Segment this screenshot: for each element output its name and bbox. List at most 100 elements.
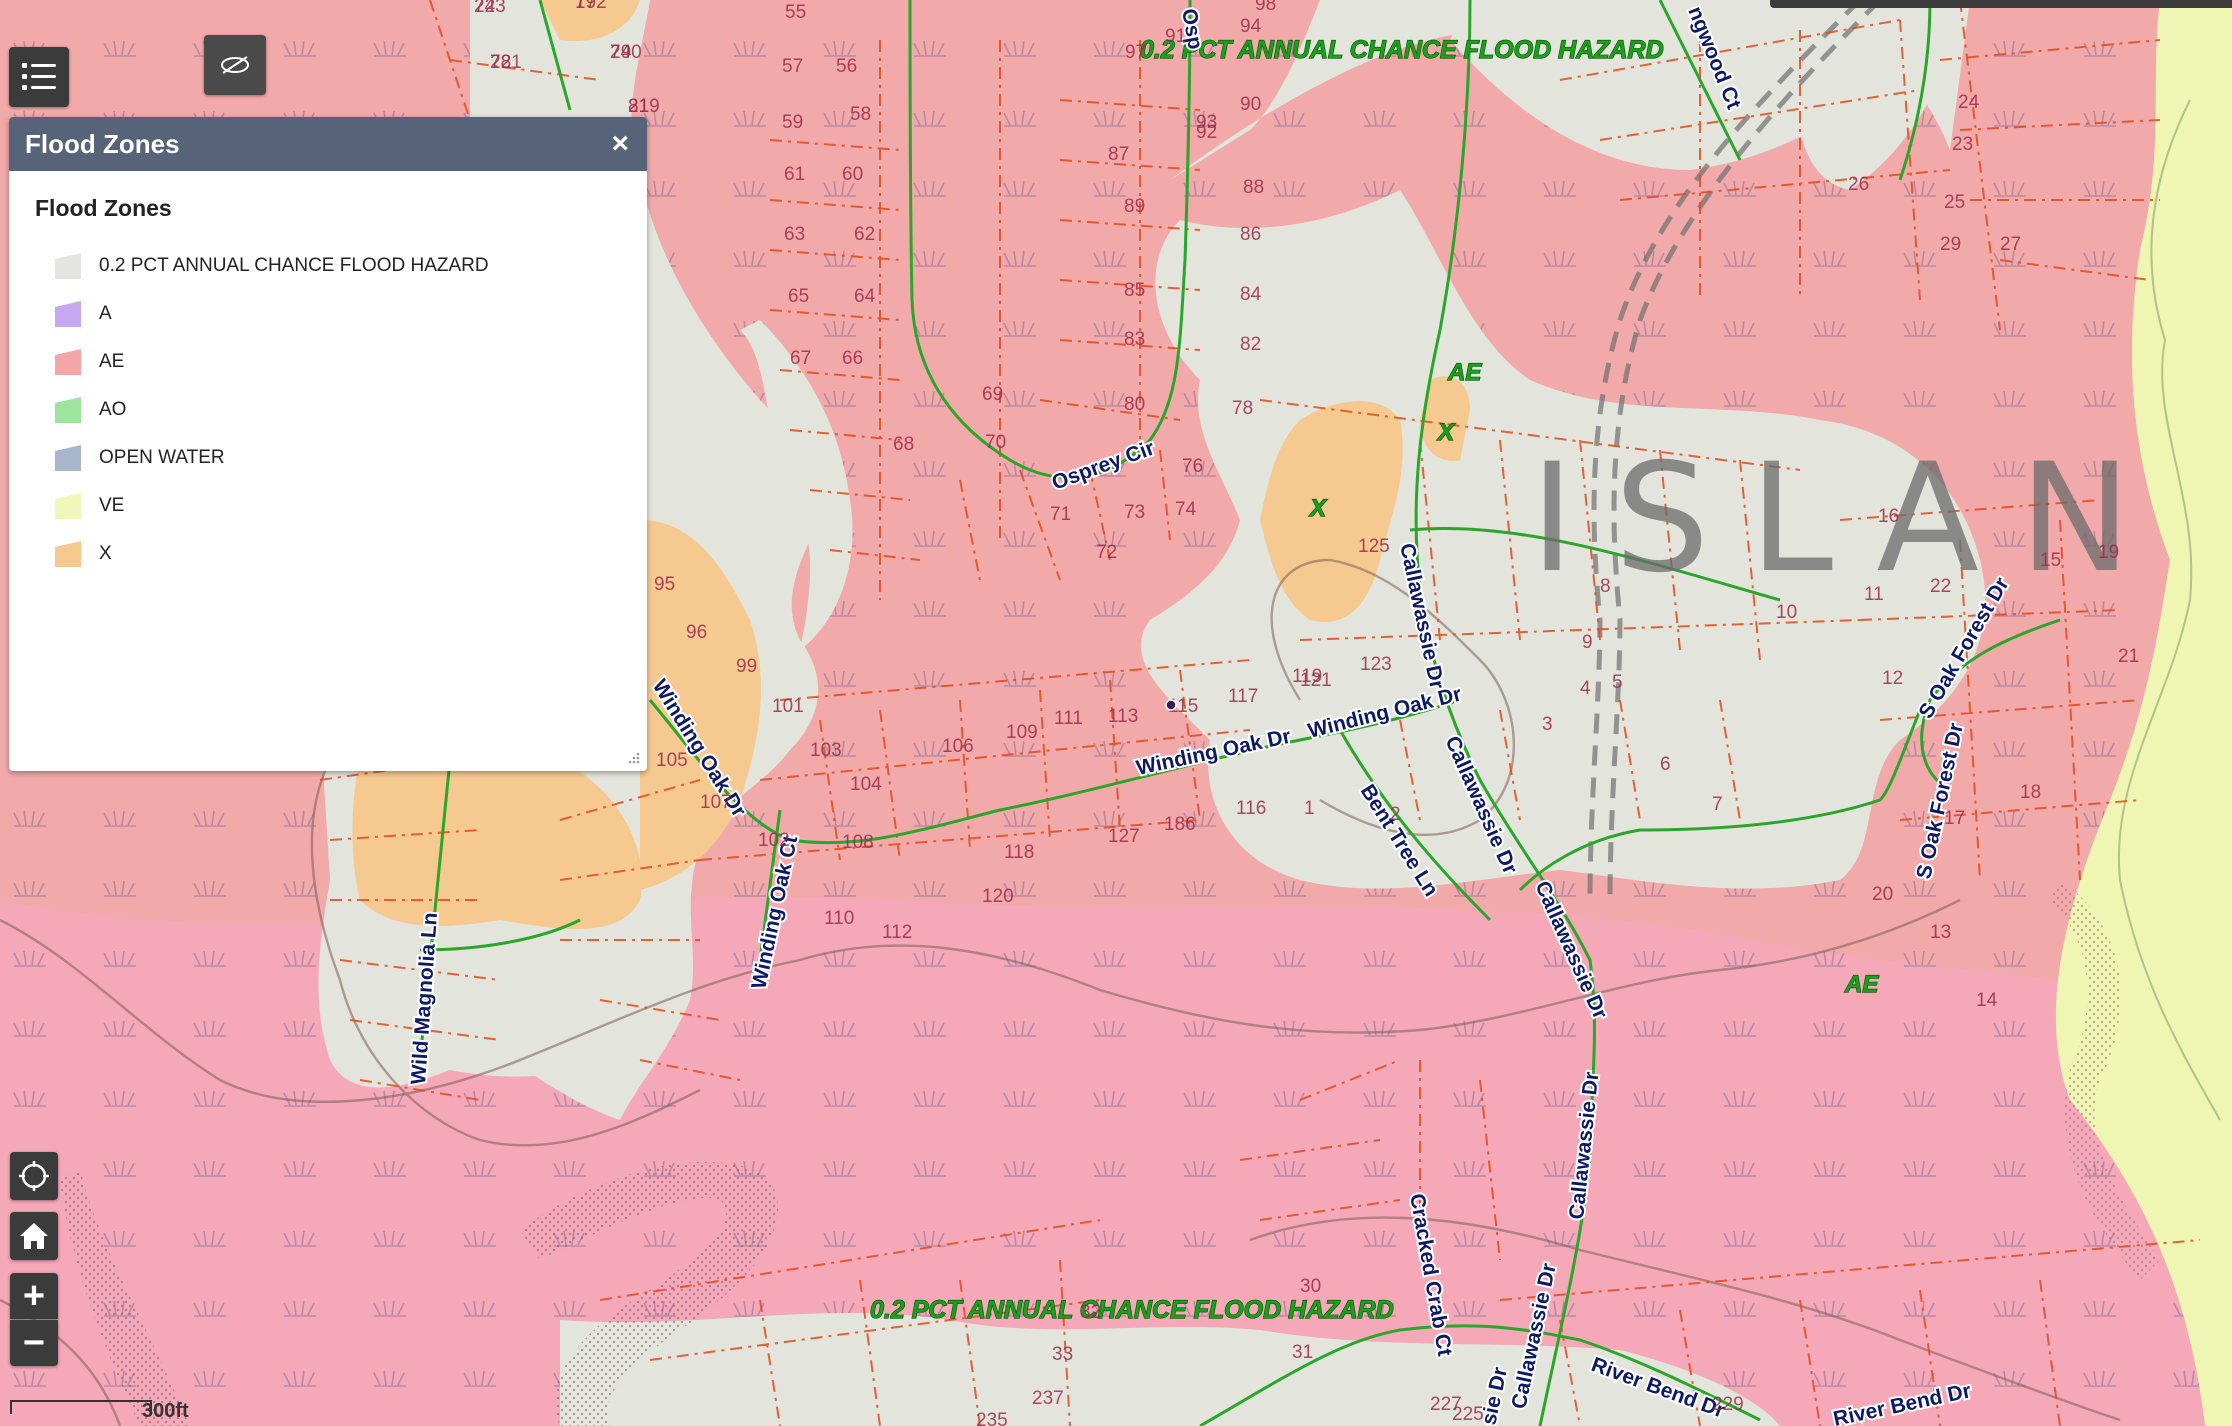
lot-number-label: 66 [842,348,863,369]
lot-number-label: 101 [772,696,804,717]
lot-number-label: 121 [1300,670,1332,691]
lot-number-label: 99 [736,656,757,677]
zone-label-x: X [1308,495,1328,522]
lot-number-label: 117 [1228,686,1258,707]
lot-number-label: 82 [1240,334,1261,355]
location-marker[interactable] [1165,699,1177,711]
legend-item: AO [35,386,621,434]
lot-number-label: 104 [850,774,882,795]
zone-label-hazard-top: 0.2 PCT ANNUAL CHANCE FLOOD HAZARD [1140,36,1664,64]
legend-item-label: A [99,303,112,324]
lot-number-label: 116 [1236,798,1266,819]
lot-number-label: 76 [1182,456,1203,477]
lot-number-label: 237 [1032,1388,1064,1409]
lot-number-label: 93 [1196,112,1217,133]
legend-list: 0.2 PCT ANNUAL CHANCE FLOOD HAZARD A AE AO O… [35,242,621,578]
lot-number-label: 58 [850,104,871,125]
lot-number-label: 74 [1175,499,1197,520]
locate-button[interactable] [10,1152,58,1200]
lot-number-label: 72 [1096,542,1117,563]
legend-item-label: X [99,543,112,564]
lot-number-label: 4 [1580,678,1591,699]
legend-swatch-icon [53,395,83,425]
zoom-out-button[interactable]: − [10,1320,58,1366]
lot-number-label: 111 [1054,708,1083,729]
lot-number-label: 17 [1944,808,1965,829]
lot-number-label: 86 [1240,224,1261,245]
zone-label-hazard-bottom: 0.2 PCT ANNUAL CHANCE FLOOD HAZARD [870,1296,1394,1324]
lot-number-label: 102 [758,830,790,851]
lot-number-label: 112 [882,922,912,943]
resize-grip-icon[interactable] [627,751,641,765]
lot-number-label: 67 [790,348,811,369]
lot-number-label: 31 [1292,1342,1313,1363]
lot-number-label: 33 [1052,1344,1073,1365]
lot-number-label: 59 [782,112,803,133]
visibility-toggle-button[interactable] [204,35,266,95]
lot-number-label: 56 [836,56,857,77]
lot-number-label: 118 [1004,842,1034,863]
plus-icon: + [22,1274,46,1317]
lot-number-label: 68 [893,434,914,455]
home-icon [18,1221,50,1251]
lot-number-label: 110 [824,908,854,929]
lot-number-label: 5 [1612,672,1623,693]
lot-number-label: 26 [1848,174,1869,195]
lot-number-label: 57 [782,56,803,77]
lot-number-label: 3 [1542,714,1553,735]
lot-number-label: 61 [784,164,805,185]
lot-number-label: 18 [2020,782,2041,803]
legend-item-label: OPEN WATER [99,447,225,468]
lot-number-label: 29 [1940,234,1961,255]
lot-number-label: 15 [2040,550,2061,571]
scale-bar: 300ft [10,1398,189,1424]
lot-number-label: 2 [1390,804,1401,825]
lot-number-label: 105 [656,750,688,771]
lot-number-label: 88 [1243,177,1264,198]
legend-body: Flood Zones 0.2 PCT ANNUAL CHANCE FLOOD … [9,171,647,602]
lot-number-label: 32 [1080,1302,1101,1323]
scale-bar-line [10,1400,152,1414]
zoom-in-button[interactable]: + [10,1273,58,1319]
lot-number-label: 98 [1255,0,1276,15]
lot-number-label: 108 [842,832,874,853]
legend-subtitle: Flood Zones [35,195,172,221]
lot-number-label: 11 [1864,584,1884,605]
legend-swatch-icon [53,299,83,329]
legend-item-label: VE [99,495,125,516]
lot-number-label: 106 [942,736,974,757]
lot-number-label: 70 [985,432,1006,453]
legend-item: 0.2 PCT ANNUAL CHANCE FLOOD HAZARD [35,242,621,290]
visibility-toggle-icon [219,53,251,77]
layer-list-icon [21,60,57,94]
lot-number-label: 71 [1050,504,1071,525]
lot-number-label: 6 [1660,754,1671,775]
legend-item: VE [35,482,621,530]
lot-number-label: 96 [686,622,707,643]
lot-number-label: 25 [1944,192,1965,213]
close-icon[interactable]: × [611,129,629,159]
lot-number-label: 63 [784,224,805,245]
legend-swatch-icon [53,443,83,473]
lot-number-label: 24 [1958,92,1980,113]
lot-number-label: 91 [1165,26,1186,47]
locate-icon [17,1159,51,1193]
zone-label-ae: AE [1844,971,1879,998]
island-watermark: ISLAN [1530,432,2171,606]
zone-label-ae: AE [1447,359,1482,386]
zone-label-x: X [1436,419,1456,446]
lot-number-label: 125 [1358,536,1390,557]
lot-number-label: 87 [1108,144,1129,165]
lot-number-label: 83 [1124,329,1145,350]
lot-number-label: 186 [1164,814,1196,835]
panel-title: Flood Zones [25,128,180,159]
home-button[interactable] [10,1212,58,1260]
layer-list-button[interactable] [9,47,69,107]
lot-number-label: 127 [1108,826,1140,847]
lot-number-label: 55 [785,2,806,23]
lot-number-label: 16 [1878,506,1899,527]
legend-swatch-icon [53,539,83,569]
lot-number-label: 221 [490,52,522,73]
lot-number-label: 80 [1124,394,1145,415]
lot-number-label: 192 [575,0,607,13]
